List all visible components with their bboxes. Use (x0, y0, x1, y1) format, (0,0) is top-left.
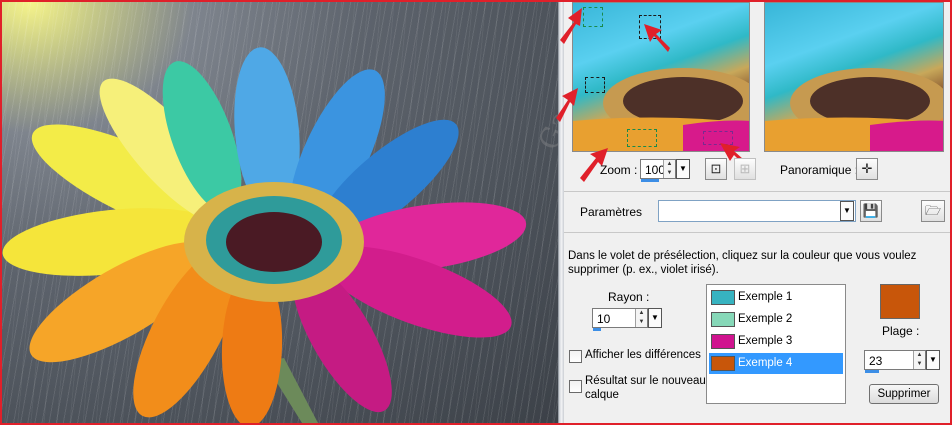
range-label: Plage : (882, 324, 920, 338)
sample-swatch (711, 290, 735, 305)
pan-button[interactable]: ✛ (856, 158, 878, 180)
folder-options-icon: 🗁 (924, 203, 942, 218)
divider (564, 232, 950, 233)
radius-progress-bar (593, 328, 601, 331)
flower-center-core (226, 212, 322, 272)
chevron-down-icon: ▼ (679, 164, 687, 173)
range-dropdown[interactable]: ▼ (926, 350, 940, 370)
radius-spin-arrows[interactable]: ▲ ▼ (635, 309, 647, 327)
new-layer-label-1: Résultat sur le nouveau (585, 375, 706, 387)
zoom-dropdown[interactable]: ▼ (676, 159, 690, 179)
floppy-save-icon: 💾 (862, 203, 880, 218)
show-diff-checkbox[interactable] (569, 350, 582, 363)
sample-label: Exemple 2 (738, 313, 793, 325)
result-preview (764, 2, 944, 152)
red-arrow-icon (644, 24, 670, 52)
fit-to-window-icon: ⊡ (710, 161, 722, 176)
list-item[interactable]: Exemple 2 (709, 309, 843, 330)
radius-value: 10 (597, 312, 611, 326)
sample-swatch (711, 312, 735, 327)
actual-size-icon: ⊞ (739, 161, 751, 176)
zoom-label: Zoom : (600, 163, 638, 177)
sample-swatch (711, 356, 735, 371)
radius-dropdown[interactable]: ▼ (648, 308, 662, 328)
range-value: 23 (869, 354, 883, 368)
chevron-down-icon: ▼ (843, 206, 851, 215)
range-progress-bar (865, 370, 879, 373)
chevron-down-icon: ▼ (929, 355, 937, 364)
flower-illustration (2, 47, 527, 423)
red-arrow-icon (560, 8, 582, 44)
divider (564, 191, 950, 192)
sample-label: Exemple 4 (738, 357, 793, 369)
chevron-down-icon: ▼ (651, 313, 659, 322)
preset-dropdown[interactable]: ▼ (840, 201, 854, 221)
dialog-panel: Zoom : 100 ▲ ▼ ▼ ⊡ ⊞ Panoramique : ✛ Para… (556, 2, 950, 423)
sample-label: Exemple 1 (738, 291, 793, 303)
delete-button[interactable]: Supprimer (869, 384, 939, 404)
radius-spinbox[interactable]: 10 ▲ ▼ (592, 308, 648, 331)
zoom-spin-arrows[interactable]: ▲ ▼ (663, 160, 675, 178)
sample-swatch (711, 334, 735, 349)
show-diff-label: Afficher les différences (585, 349, 701, 361)
current-color-swatch[interactable] (880, 284, 920, 319)
annotation-arrows (556, 8, 670, 182)
pan-label: Panoramique : (780, 163, 859, 177)
new-layer-checkbox[interactable] (569, 380, 582, 393)
zoom-actual-button[interactable]: ⊞ (734, 158, 756, 180)
zoom-fit-button[interactable]: ⊡ (705, 158, 727, 180)
range-spin-arrows[interactable]: ▲ ▼ (913, 351, 925, 369)
zoom-spinbox[interactable]: 100 ▲ ▼ (640, 159, 676, 182)
range-spinbox[interactable]: 23 ▲ ▼ (864, 350, 926, 373)
radius-label: Rayon : (608, 290, 650, 304)
preset-combo[interactable] (658, 200, 856, 222)
new-layer-label-2: calque (585, 389, 619, 401)
zoom-progress-bar (641, 179, 659, 182)
screenshot-frame: Gandi (0, 0, 952, 425)
list-item[interactable]: Exemple 3 (709, 331, 843, 352)
list-item[interactable]: Exemple 1 (709, 287, 843, 308)
flower-photo (2, 2, 558, 423)
instructions-text: Dans le volet de présélection, cliquez s… (568, 250, 917, 276)
move-cross-icon: ✛ (861, 161, 873, 176)
save-preset-button[interactable]: 💾 (860, 200, 882, 222)
sample-list[interactable]: Exemple 1 Exemple 2 Exemple 3 Exemple 4 (706, 284, 846, 404)
red-arrow-icon (556, 88, 578, 122)
list-item[interactable]: Exemple 4 (709, 353, 843, 374)
preset-options-button[interactable]: 🗁 (921, 200, 945, 222)
sample-label: Exemple 3 (738, 335, 793, 347)
params-label: Paramètres (580, 205, 643, 219)
